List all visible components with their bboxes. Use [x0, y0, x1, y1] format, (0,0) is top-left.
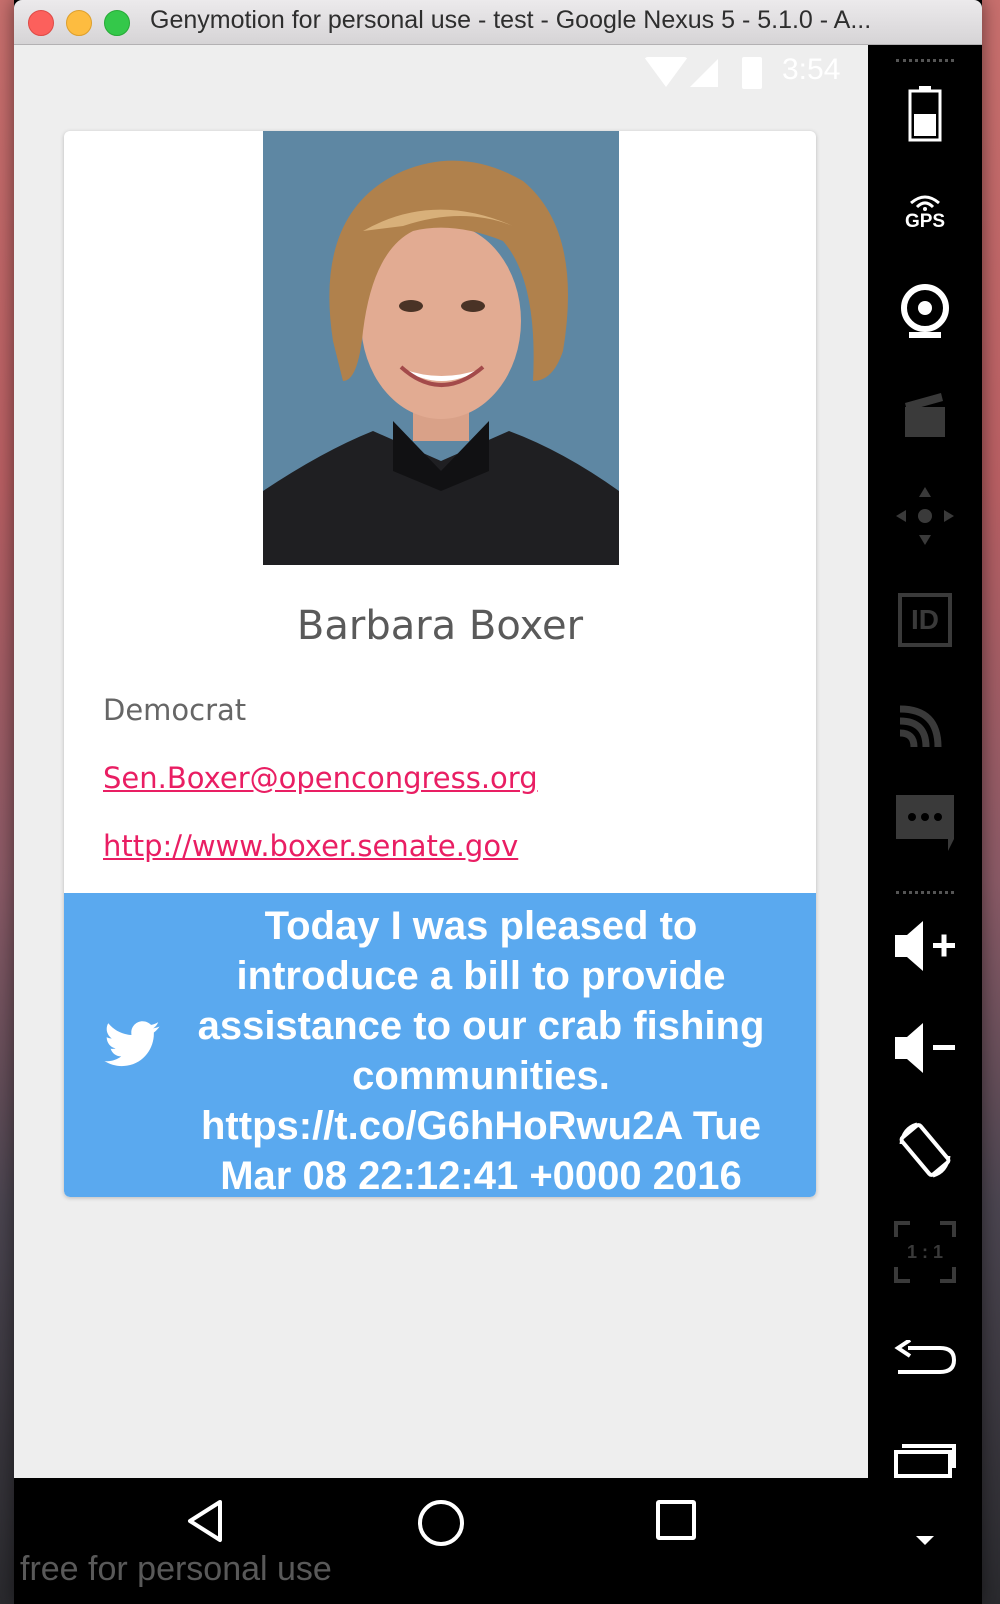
genymotion-toolbar: GPS ID 1: 1 — [868, 45, 982, 1604]
toolbar-divider — [896, 59, 954, 62]
status-time: 3:54 — [782, 53, 841, 86]
minimize-window-button[interactable] — [66, 10, 92, 36]
recent-apps-icon[interactable] — [656, 1500, 696, 1540]
pixel-ratio-icon: 1 : 1 — [894, 1221, 956, 1283]
pixel-ratio-button[interactable]: 1 : 1 — [868, 1217, 982, 1287]
volume-down-button[interactable] — [868, 1013, 982, 1083]
wifi-icon — [644, 57, 688, 87]
dpad-icon — [896, 487, 954, 545]
menu-icon — [916, 1535, 934, 1545]
sms-button[interactable] — [868, 789, 982, 859]
rotate-button[interactable] — [868, 1115, 982, 1185]
cast-icon — [899, 705, 942, 748]
volume-down-icon — [895, 1023, 955, 1073]
recent-apps-icon — [894, 1444, 956, 1478]
close-window-button[interactable] — [28, 10, 54, 36]
representative-card: Barbara Boxer Democrat Sen.Boxer@opencon… — [64, 131, 816, 1197]
email-link[interactable]: Sen.Boxer@opencongress.org — [103, 761, 538, 795]
capture-icon — [905, 393, 945, 437]
representative-name: Barbara Boxer — [296, 603, 584, 649]
sms-icon — [896, 795, 954, 851]
zoom-window-button[interactable] — [104, 10, 130, 36]
device-id-button[interactable]: ID — [868, 585, 982, 655]
volume-up-button[interactable] — [868, 911, 982, 981]
twitter-bird-icon — [104, 1021, 160, 1067]
capture-button[interactable] — [868, 379, 982, 449]
website-link[interactable]: http://www.boxer.senate.gov — [103, 829, 518, 863]
back-arrow-icon — [894, 1340, 956, 1374]
status-bar: 3:54 — [14, 45, 868, 103]
battery-charging-icon — [742, 57, 762, 89]
gps-icon — [910, 195, 940, 211]
android-back-button[interactable] — [868, 1325, 982, 1395]
cast-button[interactable] — [868, 687, 982, 757]
device-id-label: ID — [911, 604, 939, 635]
window-titlebar: Genymotion for personal use - test - Goo… — [14, 0, 982, 45]
window-title: Genymotion for personal use - test - Goo… — [150, 6, 872, 34]
webcam-button[interactable] — [868, 277, 982, 347]
webcam-icon — [901, 284, 949, 338]
gps-label: GPS — [904, 211, 946, 232]
device-id-icon: ID — [898, 593, 952, 647]
back-icon[interactable] — [184, 1498, 226, 1544]
recent-apps-button[interactable] — [868, 1423, 982, 1493]
tweet-banner[interactable]: Today I was pleased to introduce a bill … — [64, 893, 816, 1197]
dpad-button[interactable] — [868, 481, 982, 551]
toolbar-divider — [896, 891, 954, 894]
android-nav-bar: free for personal use — [14, 1478, 868, 1604]
home-icon[interactable] — [418, 1500, 464, 1546]
battery-icon — [908, 86, 942, 142]
pixel-ratio-label: 1 : 1 — [906, 1241, 944, 1262]
representative-photo — [263, 131, 619, 565]
party-label: Democrat — [103, 693, 247, 727]
rotate-icon — [899, 1122, 951, 1178]
signal-icon — [690, 59, 718, 87]
battery-button[interactable] — [868, 79, 982, 149]
watermark-text: free for personal use — [20, 1550, 332, 1588]
gps-button[interactable]: GPS — [868, 177, 982, 247]
genymotion-window: Genymotion for personal use - test - Goo… — [14, 0, 982, 1604]
menu-button[interactable] — [868, 1517, 982, 1563]
tweet-text: Today I was pleased to introduce a bill … — [197, 904, 765, 1197]
volume-up-icon — [895, 921, 955, 971]
android-screen: 3:54 Barbara Boxer Democrat Sen.Boxer@op… — [14, 45, 868, 1478]
